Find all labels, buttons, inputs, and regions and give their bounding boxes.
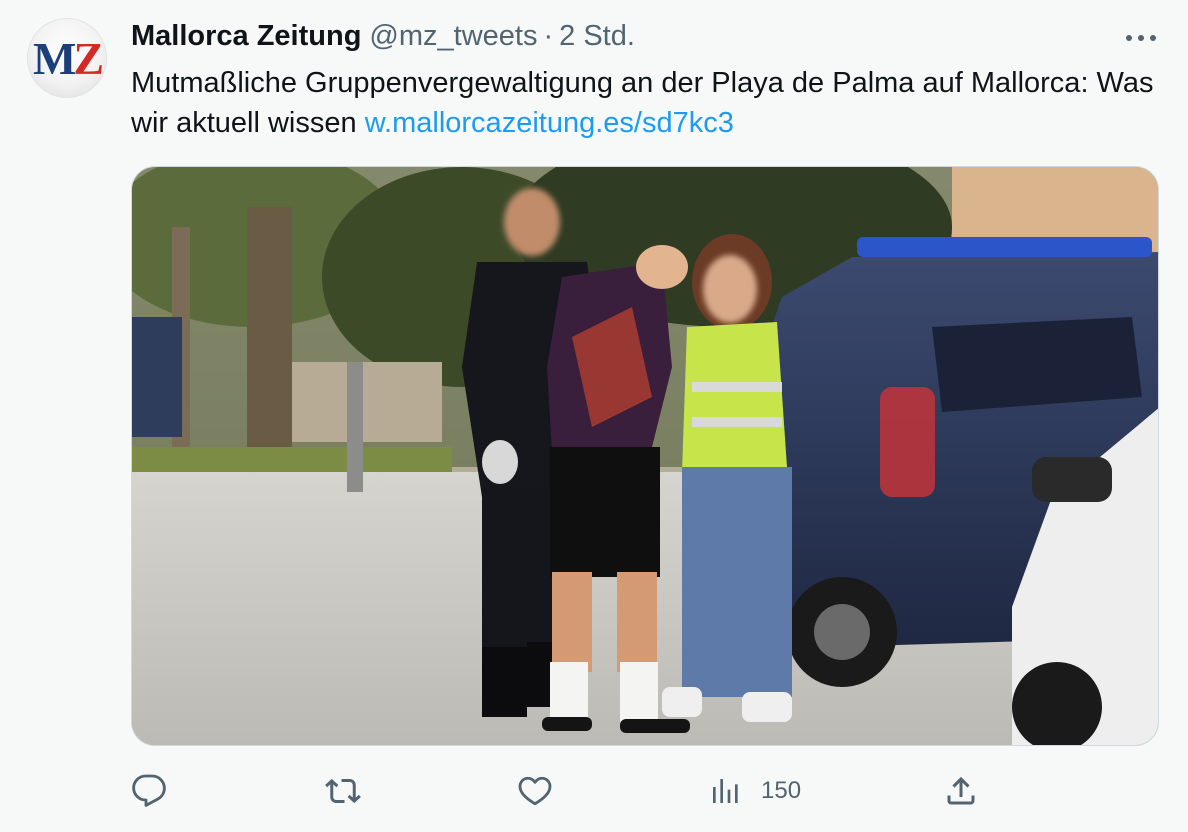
user-handle[interactable]: @mz_tweets xyxy=(369,20,537,53)
reply-icon xyxy=(132,774,166,807)
retweet-button[interactable] xyxy=(324,768,362,814)
display-name[interactable]: Mallorca Zeitung xyxy=(131,20,361,53)
reply-button[interactable] xyxy=(131,768,167,814)
timestamp[interactable]: 2 Std. xyxy=(559,20,635,53)
share-button[interactable] xyxy=(943,768,979,814)
tweet-link[interactable]: w.mallorcazeitung.es/sd7kc3 xyxy=(365,107,734,139)
mz-logo: MZ xyxy=(32,33,104,84)
like-button[interactable] xyxy=(517,768,553,814)
views-chart-icon xyxy=(713,779,738,803)
views-count: 150 xyxy=(761,777,802,804)
retweet-icon xyxy=(325,778,361,804)
tweet-header: Mallorca Zeitung @mz_tweets · 2 Std. xyxy=(131,20,635,58)
views-button[interactable]: 150 xyxy=(709,768,801,814)
more-options-icon[interactable] xyxy=(1126,32,1156,44)
tweet-text: Mutmaßliche Gruppenvergewaltigung an der… xyxy=(131,63,1161,143)
tweet[interactable]: MZ Mallorca Zeitung @mz_tweets · 2 Std. … xyxy=(0,0,1188,832)
share-icon xyxy=(947,776,975,805)
tweet-photo[interactable] xyxy=(131,166,1159,746)
avatar[interactable]: MZ xyxy=(27,18,107,98)
separator: · xyxy=(543,20,554,52)
heart-icon xyxy=(518,776,552,806)
photo-illustration xyxy=(132,167,1158,745)
tweet-actions: 150 xyxy=(131,768,1161,814)
